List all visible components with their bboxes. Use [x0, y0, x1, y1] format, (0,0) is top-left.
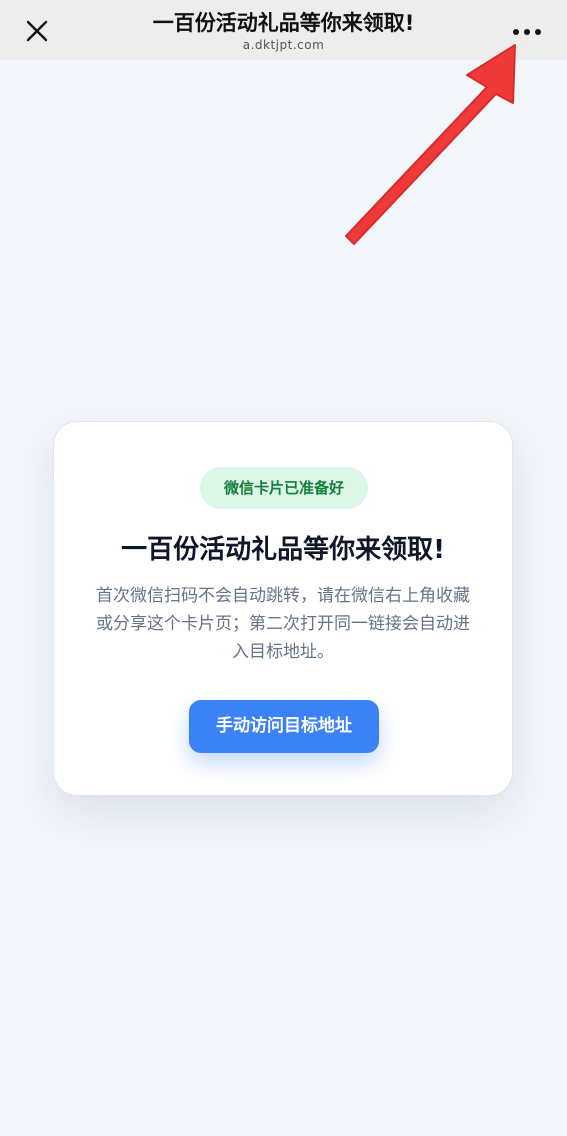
card-title: 一百份活动礼品等你来领取! [121, 535, 445, 565]
top-navigation-bar: 一百份活动礼品等你来领取! a.dktjpt.com [0, 0, 567, 60]
info-card: 微信卡片已准备好 一百份活动礼品等你来领取! 首次微信扫码不会自动跳转，请在微信… [53, 421, 513, 796]
red-arrow-icon [345, 44, 516, 245]
page-title: 一百份活动礼品等你来领取! [152, 11, 415, 35]
close-icon [26, 20, 48, 42]
status-badge: 微信卡片已准备好 [200, 467, 368, 509]
page: 一百份活动礼品等你来领取! a.dktjpt.com 微信卡片已准备好 一百份活… [0, 0, 567, 1136]
more-dots-icon [513, 29, 541, 35]
page-url: a.dktjpt.com [242, 38, 325, 52]
close-button[interactable] [20, 14, 54, 48]
visit-target-button[interactable]: 手动访问目标地址 [189, 700, 379, 753]
more-menu-button[interactable] [507, 18, 547, 46]
card-description: 首次微信扫码不会自动跳转，请在微信右上角收藏或分享这个卡片页；第二次打开同一链接… [96, 586, 470, 662]
